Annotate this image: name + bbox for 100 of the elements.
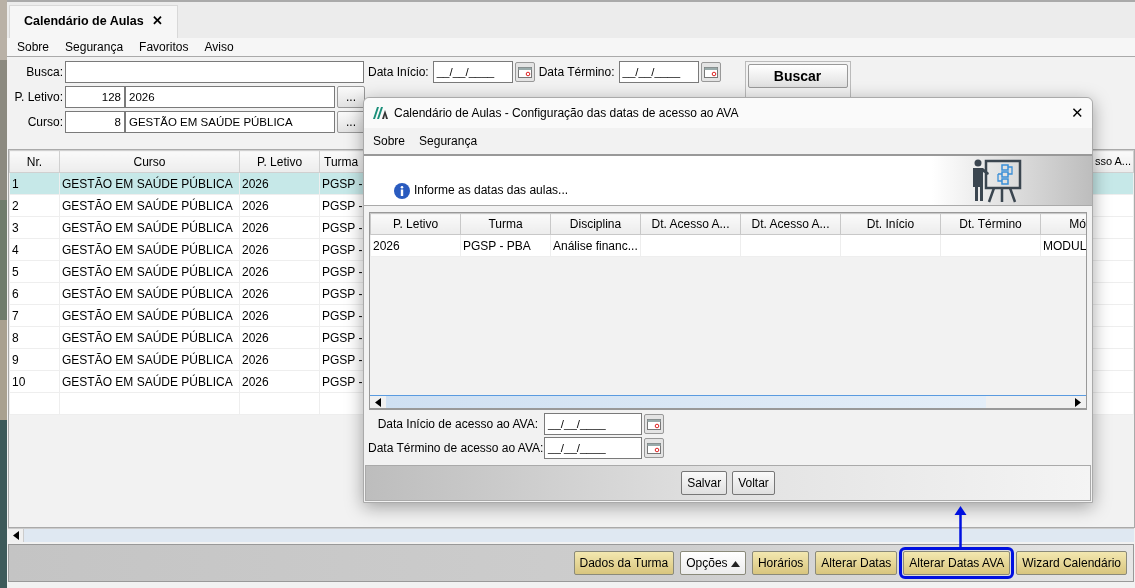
table-row[interactable]: 2026 PGSP - PBA Análise financ... MODUL	[370, 234, 1086, 257]
calendar-button[interactable]	[644, 414, 664, 434]
code-field[interactable]: 8	[65, 111, 125, 133]
menu-item[interactable]: Aviso	[204, 38, 234, 56]
field-label: Data Início de acesso ao AVA:	[376, 416, 539, 433]
toolbar-button[interactable]: Dados da Turma	[573, 551, 675, 575]
search-field[interactable]	[65, 61, 364, 83]
column-header[interactable]: P. Letivo	[370, 213, 461, 235]
table-cell: 10	[12, 374, 26, 389]
column-header[interactable]: Dt. Início	[840, 213, 941, 235]
dialog-title: Calendário de Aulas - Configuração das datas de acesso ao AVA	[394, 105, 739, 122]
menu-item[interactable]: Sobre	[373, 132, 406, 150]
calendar-icon	[647, 442, 661, 454]
table-cell: GESTÃO EM SAÚDE PÚBLICA	[62, 220, 233, 235]
logo-icon	[372, 106, 388, 120]
browse-button[interactable]: ...	[337, 111, 365, 133]
browse-button[interactable]: ...	[337, 86, 365, 108]
table-cell: 2026	[242, 198, 269, 213]
table-cell: 2026	[242, 308, 269, 323]
scrollbar[interactable]	[370, 395, 1086, 409]
table-cell: MODUL	[1043, 238, 1086, 253]
toolbar-button[interactable]: Opções	[680, 551, 746, 575]
table-cell: 2026	[242, 264, 269, 279]
value-field[interactable]: GESTÃO EM SAÚDE PÚBLICA	[125, 111, 335, 133]
calendar-button[interactable]	[700, 62, 721, 82]
table-cell: 2026	[242, 242, 269, 257]
table-cell: 2026	[373, 238, 400, 253]
field-label: Busca:	[25, 64, 64, 81]
code-field[interactable]: 128	[65, 86, 125, 108]
table-cell: 2	[12, 198, 19, 213]
table-cell: GESTÃO EM SAÚDE PÚBLICA	[62, 308, 233, 323]
table-cell: 2026	[242, 220, 269, 235]
table-cell: PGSP -	[322, 308, 363, 323]
left-arrow-icon[interactable]	[12, 531, 19, 540]
calendar-button[interactable]	[644, 438, 664, 458]
tab-title: Calendário de Aulas	[24, 13, 144, 31]
table-cell: 7	[12, 308, 19, 323]
right-arrow-icon[interactable]	[1075, 398, 1081, 407]
table-cell: PGSP -	[322, 286, 363, 301]
calendar-icon	[647, 418, 661, 430]
toolbar-button[interactable]: Horários	[751, 551, 810, 575]
close-button[interactable]: ✕	[1071, 101, 1084, 125]
table-cell: 5	[12, 264, 19, 279]
table-cell: GESTÃO EM SAÚDE PÚBLICA	[62, 198, 233, 213]
table-cell: GESTÃO EM SAÚDE PÚBLICA	[62, 352, 233, 367]
dialog-button[interactable]: Voltar	[732, 471, 775, 495]
table-cell: Análise financ...	[553, 238, 638, 253]
column-header[interactable]: Turma	[460, 213, 551, 235]
toolbar-button[interactable]: Wizard Calendário	[1016, 551, 1127, 575]
search-button[interactable]: Buscar	[747, 64, 848, 88]
close-icon[interactable]: ✕	[151, 12, 163, 31]
menu-item[interactable]: Sobre	[17, 38, 50, 56]
arrow	[954, 506, 967, 549]
table-cell: 2026	[242, 286, 269, 301]
caret-icon	[730, 560, 740, 567]
menu-item[interactable]: Segurança	[419, 132, 478, 150]
value-field[interactable]: 2026	[125, 86, 335, 108]
menu-item[interactable]: Segurança	[65, 38, 124, 56]
table-cell: GESTÃO EM SAÚDE PÚBLICA	[62, 242, 233, 257]
table-cell: PGSP -	[322, 220, 363, 235]
field-label: P. Letivo:	[13, 89, 64, 106]
column-header[interactable]: Mó	[1040, 213, 1086, 235]
table-cell: PGSP -	[322, 198, 363, 213]
field-label: Curso:	[26, 114, 64, 131]
table-cell: 9	[12, 352, 19, 367]
column-header[interactable]: Nr.	[9, 150, 60, 173]
table-cell: PGSP -	[322, 374, 363, 389]
table-cell: 2026	[242, 374, 269, 389]
table-cell: GESTÃO EM SAÚDE PÚBLICA	[62, 176, 233, 191]
toolbar-button[interactable]: Alterar Datas	[815, 551, 898, 575]
table-cell: 2026	[242, 330, 269, 345]
column-header[interactable]: Dt. Acesso A...	[740, 213, 841, 235]
date-field[interactable]: __/__/____	[544, 413, 642, 435]
table-cell: GESTÃO EM SAÚDE PÚBLICA	[62, 264, 233, 279]
table-cell: 8	[12, 330, 19, 345]
column-header[interactable]: Dt. Acesso A...	[640, 213, 741, 235]
field-label: Data Término:	[538, 64, 615, 81]
table-cell: GESTÃO EM SAÚDE PÚBLICA	[62, 330, 233, 345]
date-field[interactable]: __/__/____	[432, 61, 513, 83]
date-field[interactable]: __/__/____	[544, 437, 642, 459]
column-header[interactable]: Disciplina	[550, 213, 641, 235]
table-cell: 1	[12, 176, 19, 191]
field-label: Data Início:	[368, 64, 429, 81]
dialog-button[interactable]: Salvar	[681, 471, 728, 495]
tab[interactable]: Calendário de Aulas ✕	[9, 5, 178, 38]
scrollbar[interactable]	[8, 528, 1134, 542]
table-cell: GESTÃO EM SAÚDE PÚBLICA	[62, 374, 233, 389]
column-header[interactable]: Curso	[59, 150, 240, 173]
column-header[interactable]: P. Letivo	[239, 150, 320, 173]
calendar-button[interactable]	[514, 62, 535, 82]
table-cell: GESTÃO EM SAÚDE PÚBLICA	[62, 286, 233, 301]
menu-item[interactable]: Favoritos	[139, 38, 189, 56]
left-arrow-icon[interactable]	[375, 398, 381, 407]
table-cell: PGSP -	[322, 264, 363, 279]
date-field[interactable]: __/__/____	[618, 61, 699, 83]
table-cell: PGSP -	[322, 242, 363, 257]
table-cell: 6	[12, 286, 19, 301]
table-cell: 4	[12, 242, 19, 257]
table-cell: 2026	[242, 176, 269, 191]
column-header[interactable]: Dt. Término	[940, 213, 1041, 235]
